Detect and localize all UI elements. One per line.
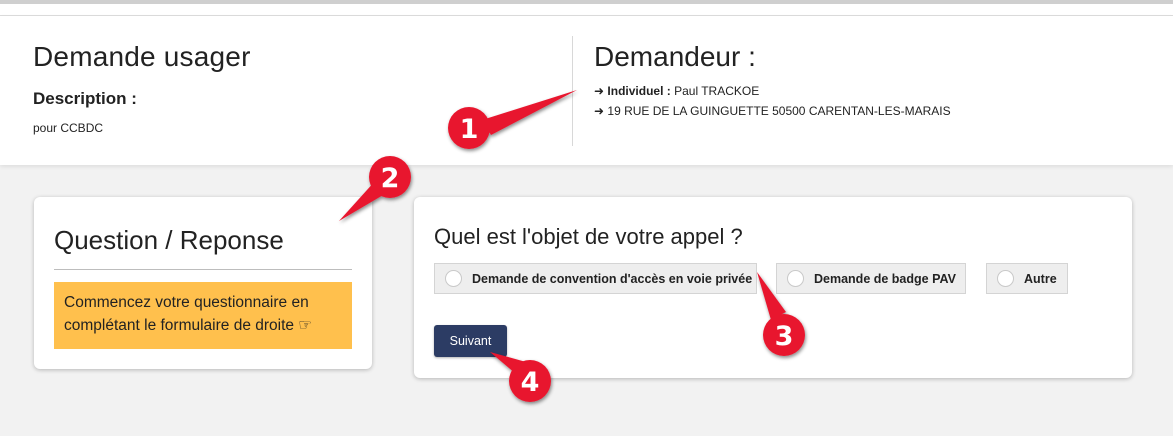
requester-address-line: ➜ 19 RUE DE LA GUINGUETTE 50500 CARENTAN… (594, 104, 951, 118)
radio-button[interactable] (787, 270, 804, 287)
individual-name: Paul TRACKOE (674, 84, 760, 98)
requester-address: 19 RUE DE LA GUINGUETTE 50500 CARENTAN-L… (607, 104, 951, 118)
arrow-right-icon: ➜ (594, 84, 605, 98)
option-other[interactable]: Autre (986, 263, 1068, 294)
question-response-card: Question / Reponse Commencez votre quest… (34, 197, 372, 369)
description-value: pour CCBDC (33, 121, 104, 135)
radio-button[interactable] (997, 270, 1014, 287)
horizontal-scrollbar[interactable] (0, 0, 1173, 4)
arrow-right-icon: ➜ (594, 104, 605, 118)
option-label: Autre (1024, 271, 1057, 286)
option-private-road-access[interactable]: Demande de convention d'accès en voie pr… (434, 263, 757, 294)
requester-title: Demandeur : (594, 41, 756, 72)
option-label: Demande de badge PAV (814, 271, 956, 286)
radio-button[interactable] (445, 270, 462, 287)
option-pav-badge[interactable]: Demande de badge PAV (776, 263, 966, 294)
request-title: Demande usager (33, 41, 251, 72)
header-divider (572, 36, 573, 146)
top-bar (0, 0, 1173, 16)
requester-individual-line: ➜ Individuel : Paul TRACKOE (594, 84, 759, 98)
question-text: Quel est l'objet de votre appel ? (434, 224, 743, 249)
question-response-title: Question / Reponse (54, 225, 284, 255)
next-button[interactable]: Suivant (434, 325, 507, 357)
questionnaire-form-card: Quel est l'objet de votre appel ? Demand… (414, 197, 1132, 378)
individual-label: Individuel : (607, 84, 671, 98)
request-header-panel: Demande usager Description : pour CCBDC … (0, 16, 1173, 165)
instruction-notice: Commencez votre questionnaire en complét… (54, 282, 352, 349)
svg-text:2: 2 (381, 163, 400, 194)
title-divider (54, 269, 352, 270)
option-label: Demande de convention d'accès en voie pr… (472, 271, 753, 286)
description-label: Description : (33, 89, 137, 108)
